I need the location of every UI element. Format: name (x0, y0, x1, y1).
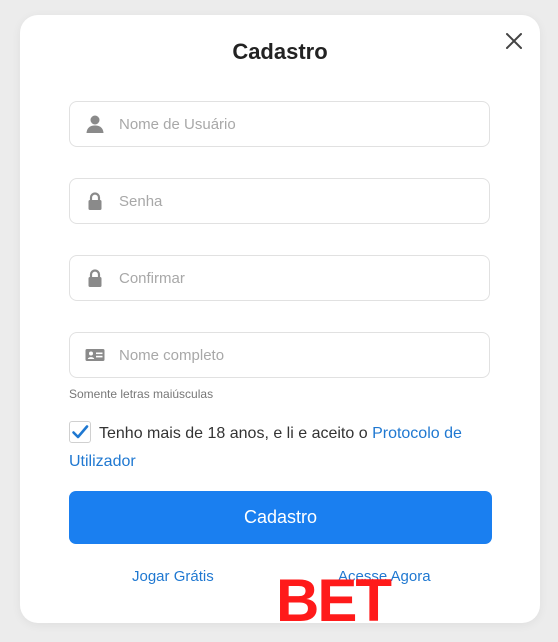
username-input[interactable] (117, 114, 481, 134)
terms-checkbox[interactable] (69, 421, 91, 443)
fullname-input[interactable] (117, 345, 481, 365)
lock-icon (85, 191, 105, 211)
close-icon (506, 33, 522, 49)
checkmark-icon (72, 425, 89, 439)
register-submit-button[interactable]: Cadastro (69, 491, 492, 544)
close-button[interactable] (502, 29, 526, 53)
user-icon (85, 114, 105, 134)
id-card-icon (85, 345, 105, 365)
bet-watermark: BET (276, 567, 392, 624)
terms-text: Tenho mais de 18 anos, e li e aceito o (99, 425, 373, 442)
username-field-wrapper (69, 101, 490, 147)
terms-row: Tenho mais de 18 anos, e li e aceito o P… (69, 420, 499, 476)
play-free-link[interactable]: Jogar Grátis (132, 568, 214, 585)
fullname-field-wrapper (69, 332, 490, 378)
fullname-hint: Somente letras maiúsculas (69, 387, 214, 401)
modal-title: Cadastro (232, 39, 328, 64)
register-modal: Cadastro Nome de Usuário Nome completo S… (20, 15, 540, 623)
confirm-password-input[interactable] (117, 268, 481, 288)
password-input[interactable] (117, 191, 481, 211)
confirm-password-field-wrapper (69, 255, 490, 301)
lock-icon (85, 268, 105, 288)
password-field-wrapper (69, 178, 490, 224)
